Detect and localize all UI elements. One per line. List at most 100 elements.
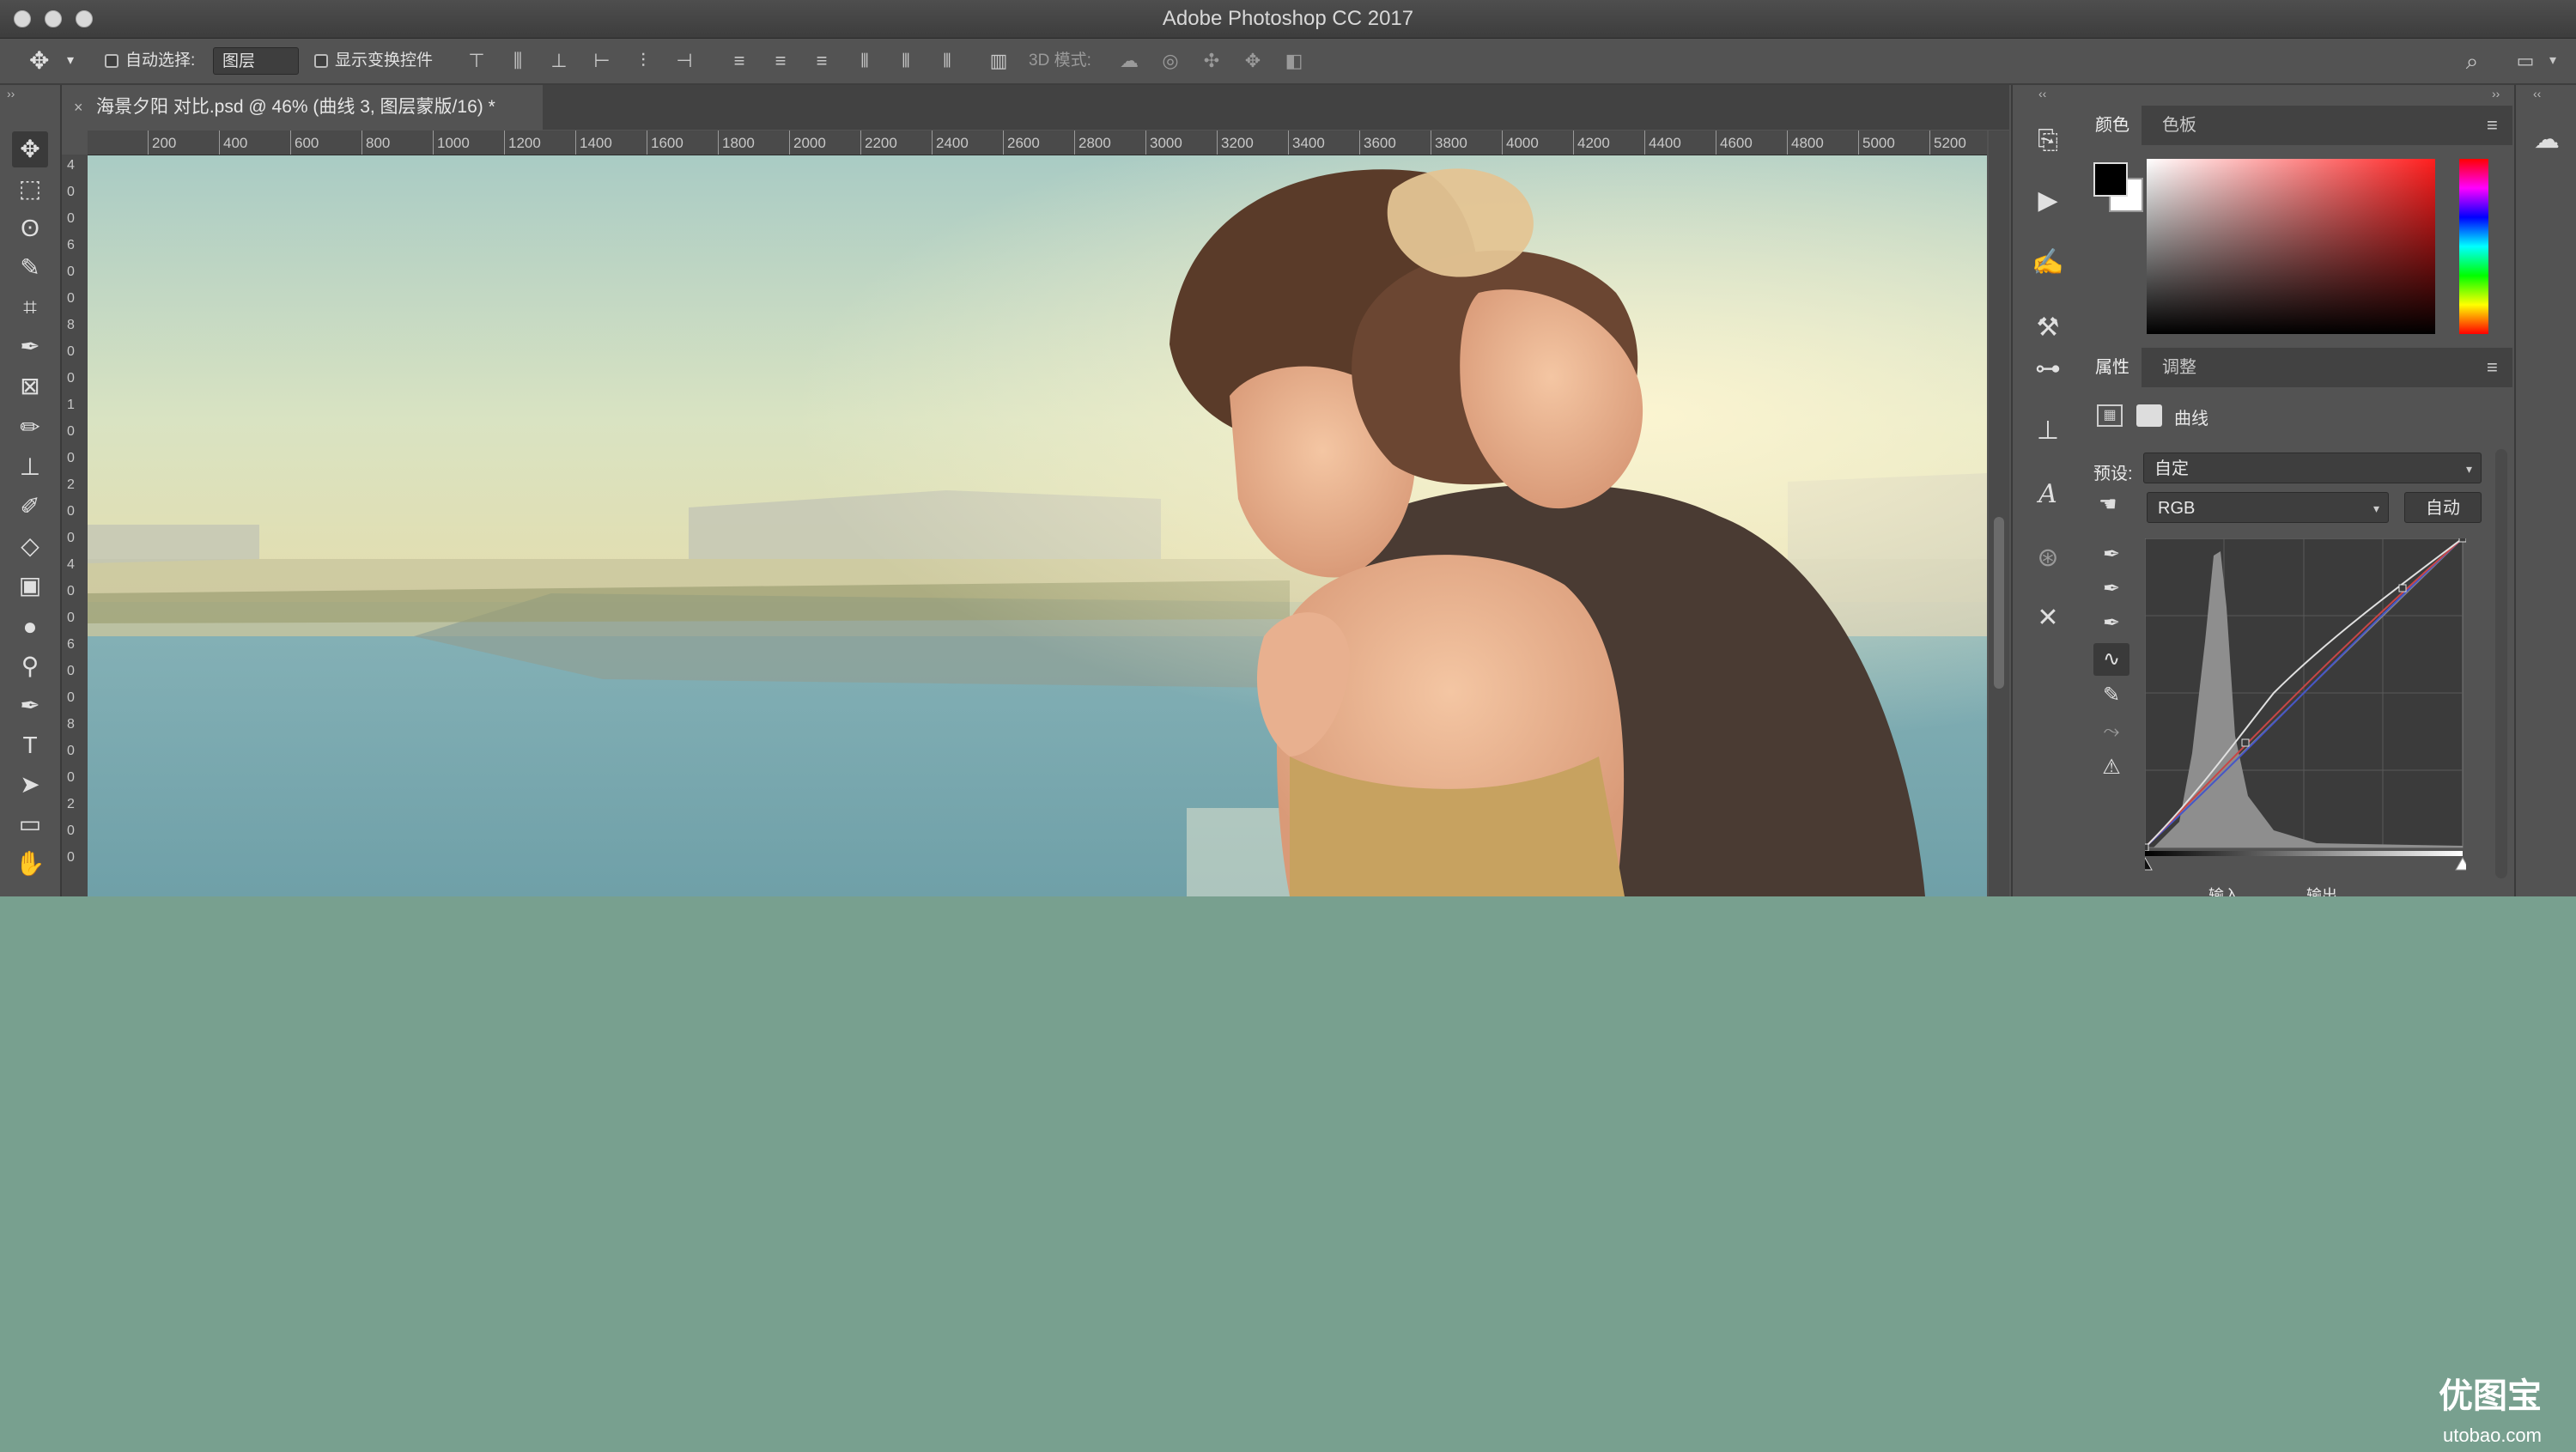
clipping-warning-icon[interactable]: ⚠ <box>2093 751 2129 784</box>
libraries-icon[interactable]: ☁ <box>2530 123 2564 157</box>
curve-point[interactable] <box>2398 584 2407 592</box>
tab-adjustments[interactable]: 调整 <box>2150 348 2208 387</box>
clone-source-icon[interactable]: ⚒ <box>2030 310 2066 346</box>
auto-button[interactable]: 自动 <box>2404 492 2482 523</box>
document-canvas[interactable] <box>88 155 1987 896</box>
pen-icon[interactable]: ✒ <box>12 688 48 724</box>
marquee-icon[interactable]: ⬚ <box>12 171 48 207</box>
tab-color[interactable]: 颜色 <box>2083 106 2142 145</box>
crop-icon[interactable]: ⌗ <box>12 289 48 325</box>
preset-dropdown[interactable]: 自定 ▾ <box>2143 453 2482 483</box>
foreground-color-swatch[interactable] <box>2093 162 2128 197</box>
auto-select-dropdown[interactable]: 图层 <box>213 39 299 83</box>
auto-select-checkbox[interactable]: 自动选择: <box>105 39 195 83</box>
curve-point[interactable] <box>2145 843 2149 852</box>
eraser-icon[interactable]: ◇ <box>12 528 48 564</box>
scroll-thumb[interactable] <box>1994 517 2004 689</box>
move-icon[interactable]: ✥ <box>12 131 48 167</box>
hue-slider[interactable] <box>2459 159 2488 334</box>
history-icon[interactable]: ⎘ <box>2030 123 2066 159</box>
close-tab-icon[interactable]: × <box>74 85 83 130</box>
gradient-icon[interactable]: ▣ <box>12 568 48 604</box>
panel-menu-icon[interactable]: ≡ <box>2487 114 2498 137</box>
color-field[interactable] <box>2147 159 2435 334</box>
black-point-eyedropper-icon[interactable]: ✒ <box>2093 538 2129 571</box>
ruler-tick-label: 600 <box>290 131 361 155</box>
scale-3d-icon[interactable]: ◧ <box>1283 50 1305 72</box>
stamp-panel-icon[interactable]: ⊥ <box>2030 413 2066 449</box>
tab-swatches[interactable]: 色板 <box>2150 106 2208 145</box>
frame-icon[interactable]: ⊠ <box>12 368 48 404</box>
tools-icon[interactable]: ✕ <box>2030 600 2066 636</box>
eyedropper-icon[interactable]: ✒ <box>12 329 48 365</box>
align-right-icon[interactable]: ⊣ <box>673 50 696 72</box>
play-icon[interactable]: ▶ <box>2030 183 2066 219</box>
chevron-down-icon[interactable]: ▾ <box>67 39 74 83</box>
ruler-tick-label: 0 <box>67 344 75 359</box>
collapse-arrows-icon[interactable]: ›› <box>7 87 15 100</box>
align-top-icon[interactable]: ⊤ <box>465 50 488 72</box>
align-vcenter-icon[interactable]: ⫼ <box>507 50 529 72</box>
quick-select-icon[interactable]: ✎ <box>12 250 48 286</box>
collapse-arrows-icon[interactable]: ‹‹ <box>2038 87 2046 100</box>
black-point-slider[interactable] <box>2145 856 2153 871</box>
search-icon[interactable]: ⌕ <box>2461 50 2483 72</box>
pencil-draw-icon[interactable]: ✎ <box>2093 679 2129 712</box>
document-tab[interactable]: × 海景夕阳 对比.psd @ 46% (曲线 3, 图层蒙版/16) * <box>62 85 543 130</box>
white-point-slider[interactable] <box>2455 856 2466 871</box>
hand-icon[interactable]: ✋ <box>12 846 48 882</box>
distribute-bottom-icon[interactable]: ≡ <box>811 50 833 72</box>
brush-icon[interactable]: ✏ <box>12 410 48 446</box>
workspace-icon[interactable]: ▭ <box>2514 50 2537 72</box>
curve-point[interactable] <box>2241 738 2250 747</box>
show-transform-checkbox[interactable]: 显示变换控件 <box>314 39 433 83</box>
dodge-icon[interactable]: ⚲ <box>12 648 48 684</box>
brush-settings-icon[interactable]: ✍ <box>2030 245 2066 281</box>
type-icon[interactable]: T <box>12 727 48 763</box>
layer-mask-icon[interactable] <box>2136 404 2162 427</box>
history-brush-icon[interactable]: ✐ <box>12 489 48 525</box>
ruler-tick-label: 0 <box>67 850 75 865</box>
move-tool-icon[interactable]: ✥ <box>29 39 49 83</box>
orbit-3d-icon[interactable]: ☁ <box>1118 50 1140 72</box>
chevron-down-icon[interactable]: ▾ <box>2542 50 2564 72</box>
blur-icon[interactable]: ● <box>12 609 48 645</box>
curve-point[interactable] <box>2458 538 2466 543</box>
auto-select-value[interactable]: 图层 <box>213 47 299 75</box>
slide-3d-icon[interactable]: ✥ <box>1242 50 1264 72</box>
distribute-top-icon[interactable]: ≡ <box>728 50 750 72</box>
roll-3d-icon[interactable]: ◎ <box>1159 50 1182 72</box>
panel-scrollbar[interactable] <box>2495 449 2507 878</box>
collapse-arrows-icon[interactable]: ‹‹ <box>2533 87 2541 100</box>
curves-graph[interactable] <box>2145 538 2466 896</box>
curve-edit-icon[interactable]: ∿ <box>2093 643 2129 676</box>
paragraph-icon[interactable]: ⊛ <box>2030 540 2066 576</box>
auto-align-icon[interactable]: ▥ <box>987 50 1010 72</box>
panel-menu-icon[interactable]: ≡ <box>2487 356 2498 379</box>
distribute-left-icon[interactable]: ⦀ <box>854 50 876 72</box>
adjust-icon[interactable]: ⊶ <box>2030 351 2066 387</box>
white-point-eyedropper-icon[interactable]: ✒ <box>2093 607 2129 640</box>
tab-properties[interactable]: 属性 <box>2083 348 2142 387</box>
channel-dropdown[interactable]: RGB ▾ <box>2147 492 2389 523</box>
stamp-icon[interactable]: ⊥ <box>12 449 48 485</box>
checkbox-box[interactable] <box>314 54 328 68</box>
ruler-tick-label: 0 <box>67 744 75 758</box>
pan-3d-icon[interactable]: ✣ <box>1200 50 1223 72</box>
character-icon[interactable]: A <box>2030 477 2066 513</box>
vertical-scrollbar[interactable] <box>1989 131 2009 896</box>
path-select-icon[interactable]: ➤ <box>12 767 48 803</box>
distribute-hcenter-icon[interactable]: ⦀ <box>895 50 917 72</box>
align-left-icon[interactable]: ⊢ <box>591 50 613 72</box>
align-hcenter-icon[interactable]: ⫶ <box>632 50 654 72</box>
collapse-arrows-icon[interactable]: ›› <box>2492 87 2500 100</box>
rectangle-icon[interactable]: ▭ <box>12 806 48 842</box>
gray-point-eyedropper-icon[interactable]: ✒ <box>2093 573 2129 605</box>
on-image-adjust-icon[interactable]: ☚ <box>2099 492 2117 517</box>
smooth-curve-icon[interactable]: ⤳ <box>2093 715 2129 748</box>
align-bottom-icon[interactable]: ⊥ <box>548 50 570 72</box>
lasso-icon[interactable]: ʘ <box>12 210 48 246</box>
distribute-right-icon[interactable]: ⦀ <box>936 50 958 72</box>
checkbox-box[interactable] <box>105 54 118 68</box>
distribute-vcenter-icon[interactable]: ≡ <box>769 50 792 72</box>
